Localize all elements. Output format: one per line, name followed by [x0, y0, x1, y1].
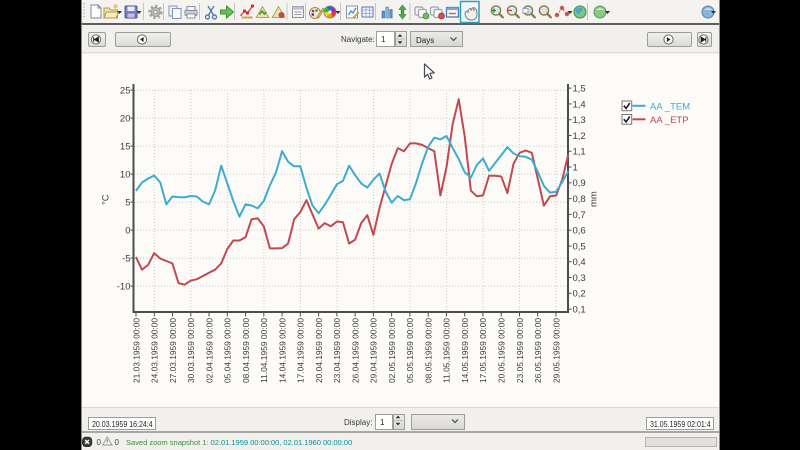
svg-text:AA _ETP: AA _ETP — [650, 115, 689, 126]
svg-text:AA _TEM: AA _TEM — [650, 101, 690, 112]
